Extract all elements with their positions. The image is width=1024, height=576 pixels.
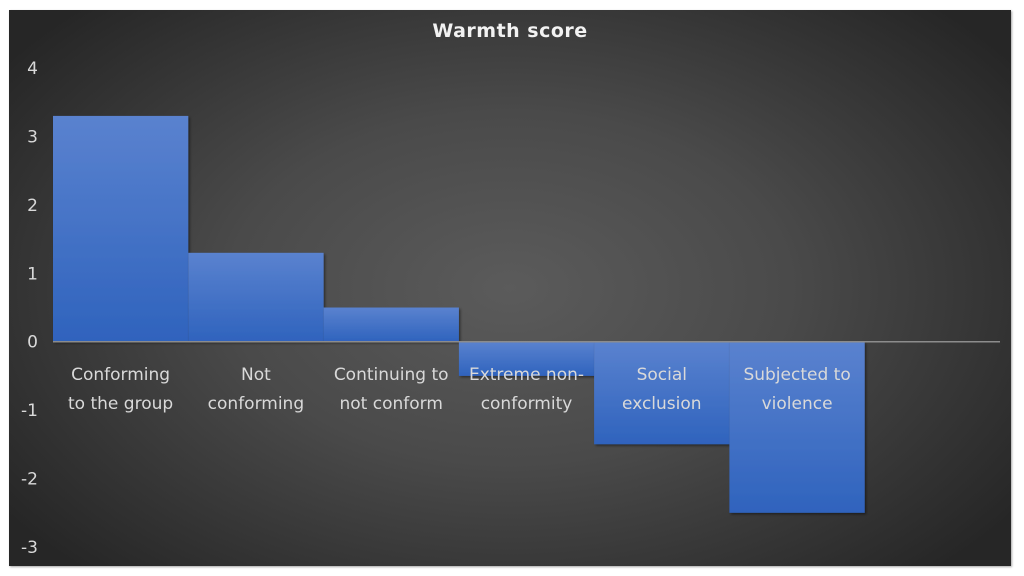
- y-tick-label: 2: [27, 196, 38, 216]
- category-label-line: Conforming: [71, 365, 170, 385]
- y-tick-label: -1: [21, 401, 38, 421]
- category-label: Extreme non-conformity: [469, 365, 584, 414]
- y-tick-label: -3: [21, 538, 38, 558]
- y-tick-label: 3: [27, 127, 38, 147]
- bars: [53, 115, 865, 513]
- category-label-line: Continuing to: [334, 365, 449, 385]
- category-label-line: conformity: [481, 394, 573, 414]
- category-label: Conforming to the group: [68, 365, 173, 414]
- bar: [594, 341, 730, 445]
- category-label-line: Extreme non-: [469, 365, 584, 385]
- category-label-line: Subjected to: [743, 365, 850, 385]
- category-label-line: Not: [241, 365, 271, 385]
- bar: [188, 252, 324, 342]
- category-label-line: conforming: [208, 394, 304, 414]
- category-label: Not conforming: [208, 365, 304, 414]
- bar: [323, 307, 459, 342]
- category-label-line: to the group: [68, 394, 173, 414]
- category-label-line: exclusion: [622, 394, 702, 414]
- plot-area: 4 3 2 1 0 -1 -2 -3 Conforming to the group Not con…: [21, 59, 1000, 558]
- category-label-line: Social: [637, 365, 687, 385]
- bar: [53, 115, 189, 342]
- category-label-line: violence: [762, 394, 833, 414]
- category-label: Continuing to not conform: [334, 365, 449, 414]
- y-tick-label: 4: [27, 59, 38, 79]
- y-axis-tick-labels: 4 3 2 1 0 -1 -2 -3: [21, 59, 38, 558]
- y-tick-label: -2: [21, 470, 38, 490]
- y-tick-label: 1: [27, 264, 38, 284]
- y-tick-label: 0: [27, 333, 38, 353]
- category-label-line: not conform: [339, 394, 442, 414]
